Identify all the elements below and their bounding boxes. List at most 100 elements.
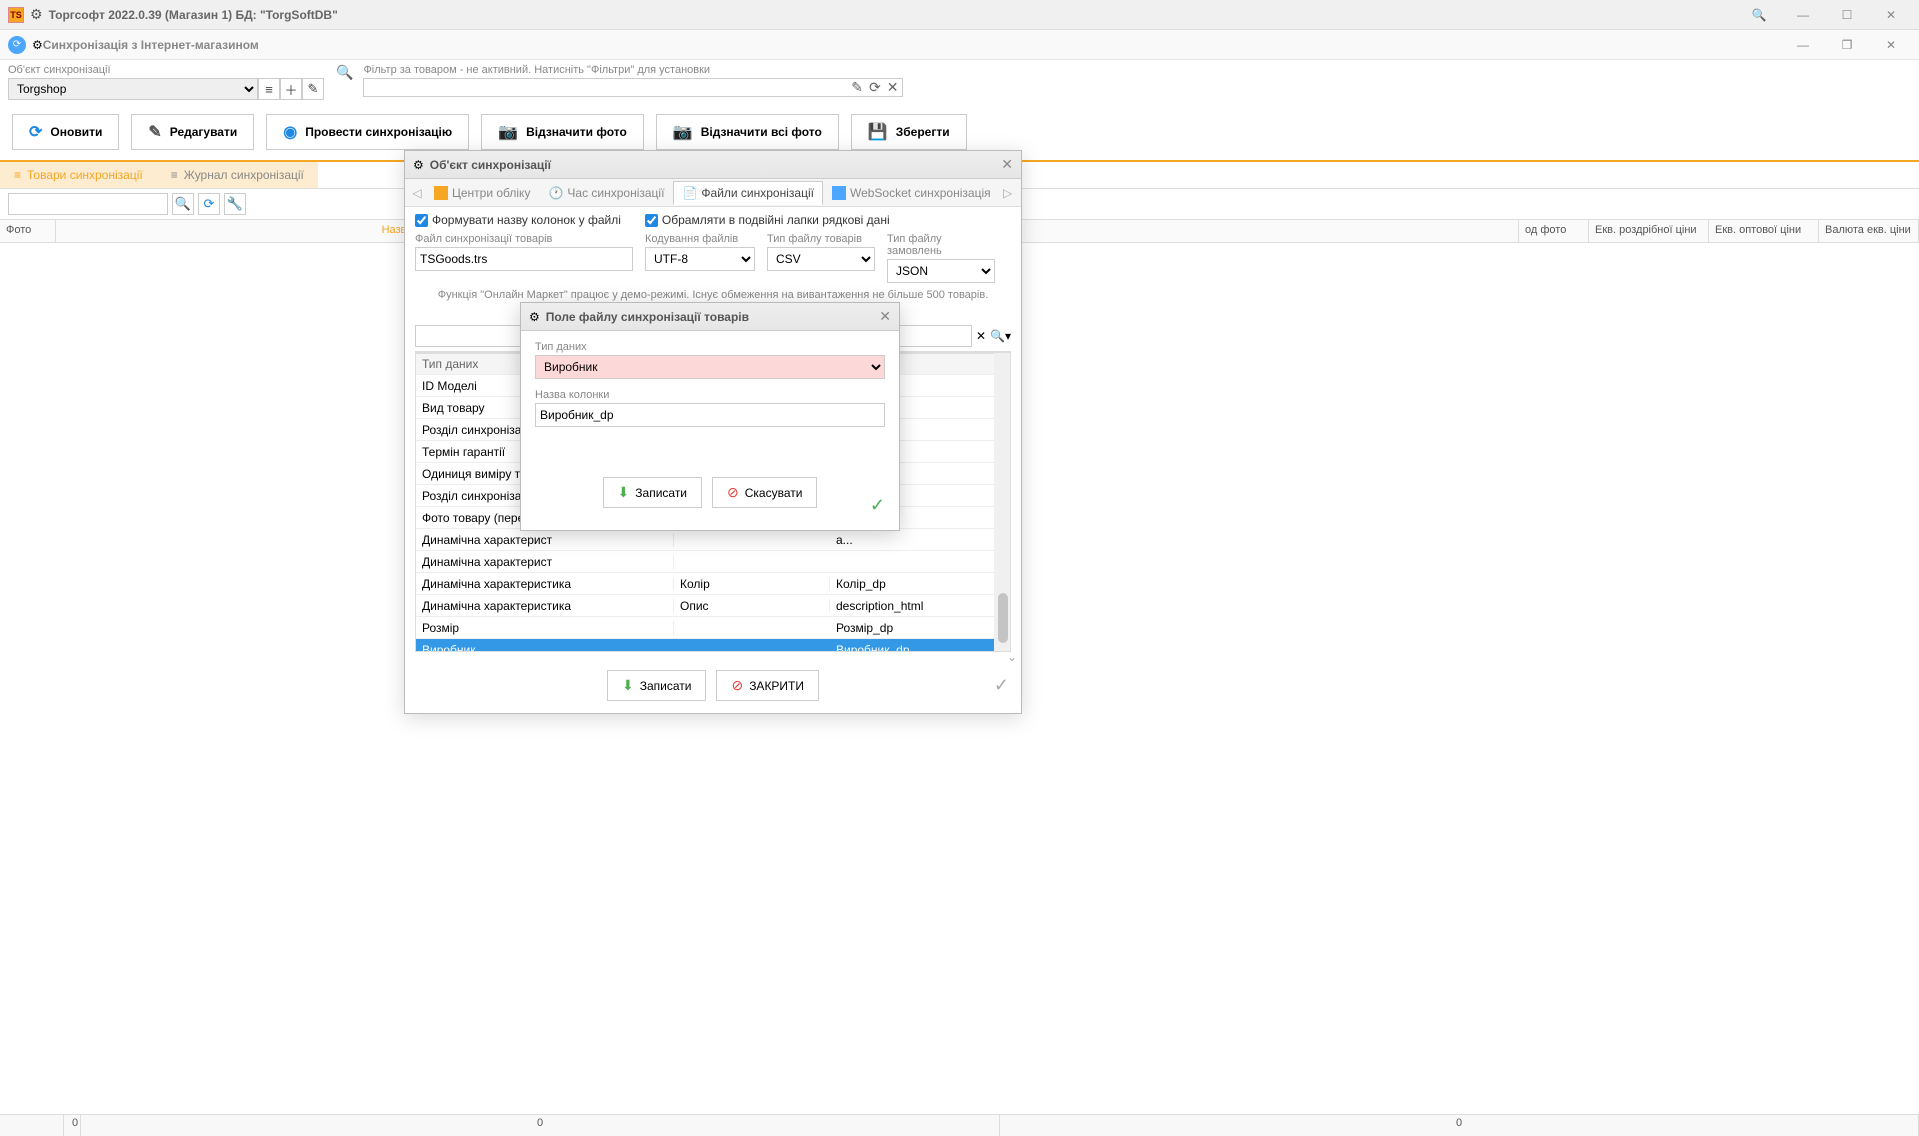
col-photo-code[interactable]: од фото xyxy=(1519,220,1589,242)
search-icon[interactable]: 🔍 xyxy=(1739,3,1779,27)
chk-quote[interactable]: Обрамляти в подвійні лапки рядкові дані xyxy=(645,213,890,227)
dlg-tab-label: Час синхронізації xyxy=(567,186,664,200)
col-eq-wholesale[interactable]: Екв. оптової ціни xyxy=(1709,220,1819,242)
refresh-icon[interactable]: ⟳ xyxy=(198,193,220,215)
search-icon[interactable]: 🔍 xyxy=(336,64,355,81)
sub-close-button[interactable]: ✕ xyxy=(1871,33,1911,57)
column-label: Назва колонки xyxy=(535,389,885,401)
download-icon: ⬇ xyxy=(618,484,630,501)
file-input[interactable] xyxy=(415,247,633,271)
sync-label: Провести синхронізацію xyxy=(305,125,452,139)
save-button[interactable]: ⬇ Записати xyxy=(607,670,706,701)
orders-type-label: Тип файлу замовлень xyxy=(887,233,995,257)
col-eq-retail[interactable]: Екв. роздрібної ціни xyxy=(1589,220,1709,242)
gear-icon: ⚙ xyxy=(32,38,43,52)
type-select[interactable]: Виробник xyxy=(535,355,885,379)
dialog2-title: Поле файлу синхронізації товарів xyxy=(546,310,874,324)
cell-3: Розмір_dp xyxy=(830,621,1010,635)
save-label: Записати xyxy=(640,679,692,693)
chk-quote-input[interactable] xyxy=(645,214,658,227)
orders-type-select[interactable]: JSON xyxy=(887,259,995,283)
save-label: Записати xyxy=(635,486,687,500)
tool-icon[interactable]: 🔧 xyxy=(224,193,246,215)
goods-type-select[interactable]: CSV xyxy=(767,247,875,271)
col-currency[interactable]: Валюта екв. ціни xyxy=(1819,220,1919,242)
close-icon[interactable]: ✕ xyxy=(1001,156,1013,173)
goods-type-label: Тип файлу товарів xyxy=(767,233,875,245)
filter-input[interactable]: ✎ ⟳ ✕ xyxy=(363,78,903,97)
list-row[interactable]: Динамічна характериста... xyxy=(416,529,1010,551)
col-photo[interactable]: Фото xyxy=(0,220,56,242)
search-icon[interactable]: 🔍▾ xyxy=(990,329,1011,343)
dlg-tab-websocket[interactable]: WebSocket синхронізація xyxy=(823,181,1000,205)
cell-type: Динамічна характерист xyxy=(416,533,674,547)
column-input[interactable] xyxy=(535,403,885,427)
save-button[interactable]: 💾Зберегти xyxy=(851,114,967,150)
cancel-label: Скасувати xyxy=(745,486,803,500)
search-icon[interactable]: 🔍 xyxy=(172,193,194,215)
dlg-tab-accounting[interactable]: Центри обліку xyxy=(425,181,539,205)
save-button[interactable]: ⬇ Записати xyxy=(603,477,702,508)
edit-button[interactable]: ✎ Редагувати xyxy=(131,114,254,150)
cell-3: Колір_dp xyxy=(830,577,1010,591)
dlg-tab-time[interactable]: 🕐 Час синхронізації xyxy=(539,181,673,205)
close-button[interactable]: ✕ xyxy=(1871,3,1911,27)
object-select[interactable]: Torgshop xyxy=(8,78,258,100)
edit-filter-icon[interactable]: ✎ xyxy=(851,79,863,96)
mark-photo-button[interactable]: 📷Відзначити фото xyxy=(481,114,644,150)
add-icon[interactable]: ＋ xyxy=(280,78,302,100)
encoding-select[interactable]: UTF-8 xyxy=(645,247,755,271)
clear-filter-icon[interactable]: ✕ xyxy=(887,79,899,96)
subwindow-title: Синхронізація з Інтернет-магазином xyxy=(43,38,1783,52)
refresh-filter-icon[interactable]: ⟳ xyxy=(869,79,881,96)
list-row[interactable]: ВиробникВиробник_dp xyxy=(416,639,1010,652)
cancel-icon: ⊘ xyxy=(727,484,739,501)
check-icon: ✓ xyxy=(870,495,885,516)
mark-all-photo-button[interactable]: 📷Відзначити всі фото xyxy=(656,114,839,150)
sync-button[interactable]: ◉Провести синхронізацію xyxy=(266,114,469,150)
dlg-tab-files[interactable]: 📄Файли синхронізації xyxy=(673,181,823,205)
refresh-button[interactable]: ⟳Оновити xyxy=(12,114,119,150)
list-row[interactable]: Динамічна характерист xyxy=(416,551,1010,573)
edit-icon: ✎ xyxy=(148,122,161,142)
file-label: Файл синхронізації товарів xyxy=(415,233,633,245)
clear-icon[interactable]: ✕ xyxy=(976,329,986,343)
chk-form-columns-input[interactable] xyxy=(415,214,428,227)
status-1 xyxy=(0,1115,64,1136)
cancel-button[interactable]: ⊘ Скасувати xyxy=(712,477,817,508)
tab-prev-icon[interactable]: ◁ xyxy=(409,186,425,200)
list-row[interactable]: РозмірРозмір_dp xyxy=(416,617,1010,639)
edit-icon[interactable]: ✎ xyxy=(302,78,324,100)
scrollbar[interactable] xyxy=(994,353,1010,651)
maximize-button[interactable]: ☐ xyxy=(1827,3,1867,27)
close-button[interactable]: ⊘ЗАКРИТИ xyxy=(716,670,819,701)
ws-icon xyxy=(832,186,846,200)
list-icon[interactable]: ≡ xyxy=(258,78,280,100)
list-row[interactable]: Динамічна характеристикаКолірКолір_dp xyxy=(416,573,1010,595)
encoding-label: Кодування файлів xyxy=(645,233,755,245)
dialog-title: Об'єкт синхронізації xyxy=(430,158,996,172)
tab-next-icon[interactable]: ▷ xyxy=(1000,186,1016,200)
download-icon: ⬇ xyxy=(622,677,634,694)
filter-hint: Фільтр за товаром - не активний. Натисні… xyxy=(363,64,1911,76)
tab-goods[interactable]: ≡Товари синхронізації xyxy=(0,162,157,188)
list-row[interactable]: Динамічна характеристикаОписdescription_… xyxy=(416,595,1010,617)
refresh-icon: ⟳ xyxy=(29,122,42,142)
sub-minimize-button[interactable]: — xyxy=(1783,33,1823,57)
gear-icon: ⚙ xyxy=(413,158,424,172)
minimize-button[interactable]: — xyxy=(1783,3,1823,27)
save-label: Зберегти xyxy=(896,125,950,139)
close-icon[interactable]: ✕ xyxy=(879,308,891,325)
edit-label: Редагувати xyxy=(170,125,238,139)
tab-journal[interactable]: ≡Журнал синхронізації xyxy=(157,162,318,188)
sub-maximize-button[interactable]: ❐ xyxy=(1827,33,1867,57)
chk-form-columns[interactable]: Формувати назву колонок у файлі xyxy=(415,213,621,227)
cell-2: Опис xyxy=(674,599,830,613)
status-3: 0 xyxy=(1000,1115,1919,1136)
camera-icon: 📷 xyxy=(673,122,693,142)
grid-search-input[interactable] xyxy=(8,193,168,215)
mark-photo-label: Відзначити фото xyxy=(526,125,627,139)
tab-goods-label: Товари синхронізації xyxy=(27,168,143,182)
dlg-tab-label: WebSocket синхронізація xyxy=(850,186,991,200)
clock-icon: 🕐 xyxy=(548,186,563,200)
